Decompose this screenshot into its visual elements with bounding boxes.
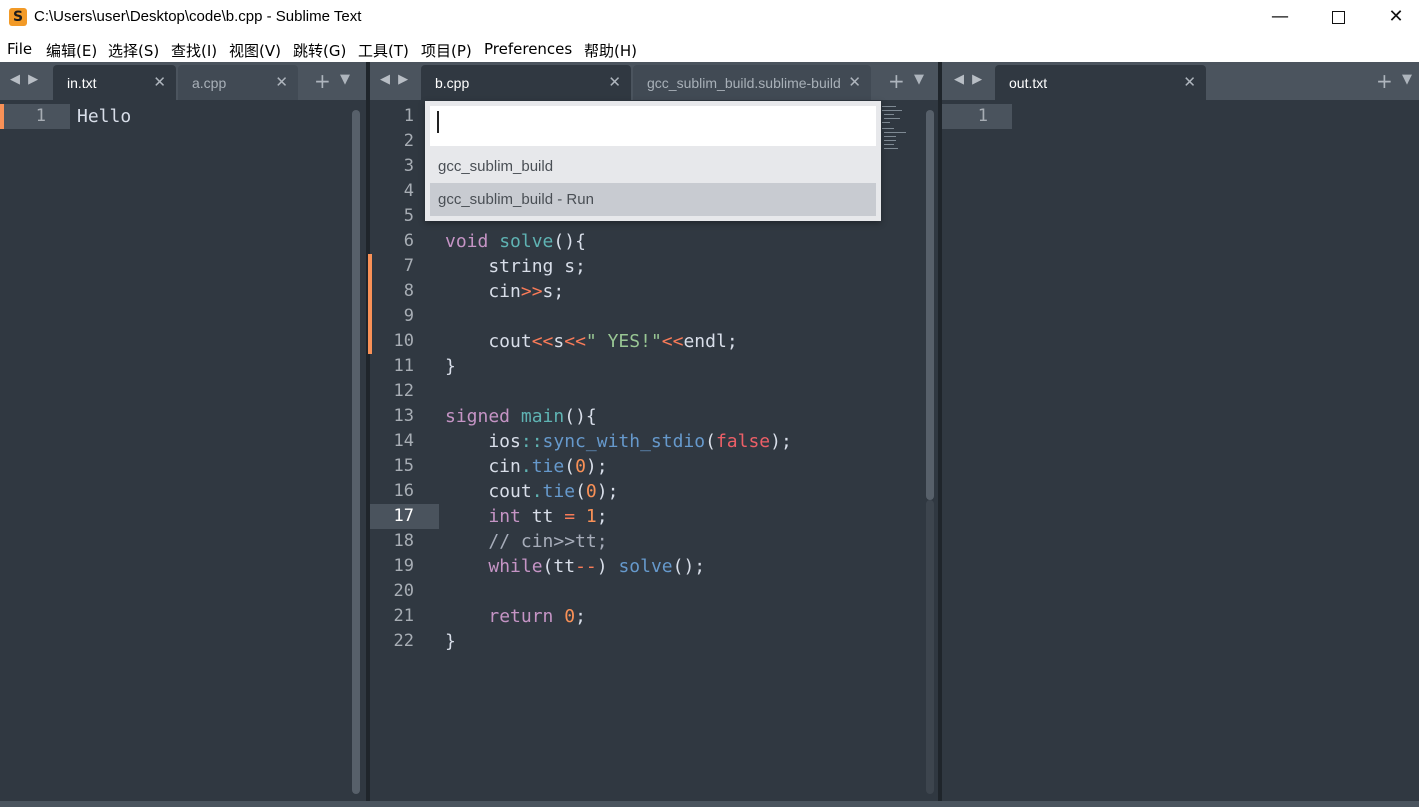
editor-pane-in-txt[interactable]: 1 Hello xyxy=(0,100,366,801)
code-line: return 0; xyxy=(488,606,586,627)
line-number: 13 xyxy=(393,406,414,426)
build-option-label: gcc_sublim_build - Run xyxy=(438,191,594,208)
code-line: void solve(){ xyxy=(445,231,586,252)
code-line: int tt = 1; xyxy=(488,506,608,527)
code-line: } xyxy=(445,631,456,652)
menu-selection[interactable]: 选择(S) xyxy=(108,40,159,61)
code-line: ios::sync_with_stdio(false); xyxy=(445,431,792,452)
menu-help[interactable]: 帮助(H) xyxy=(584,40,637,61)
tab-nav-arrows[interactable]: ◀ ▶ xyxy=(380,72,410,87)
line-number: 20 xyxy=(393,581,414,601)
tab-gcc-sublim-build[interactable]: gcc_sublim_build.sublime-build ✕ xyxy=(633,65,871,100)
scrollbar-track[interactable] xyxy=(926,500,934,794)
title-bar: S C:\Users\user\Desktop\code\b.cpp - Sub… xyxy=(0,0,1419,36)
line-number: 3 xyxy=(403,156,414,176)
tab-menu-icon[interactable]: ▼ xyxy=(914,72,924,87)
tab-nav-arrows[interactable]: ◀ ▶ xyxy=(954,72,984,87)
close-icon[interactable]: ✕ xyxy=(153,73,166,91)
menu-edit[interactable]: 编辑(E) xyxy=(46,40,97,61)
line-number: 1 xyxy=(35,106,46,126)
code-line: cout<<s<<" YES!"<<endl; xyxy=(445,331,738,352)
menu-tools[interactable]: 工具(T) xyxy=(358,40,409,61)
line-number: 18 xyxy=(393,531,414,551)
code-line: } xyxy=(445,356,456,377)
sublime-logo-icon: S xyxy=(9,8,27,26)
tab-bar-group-3: ◀ ▶ out.txt ✕ + ▼ xyxy=(942,62,1419,100)
tab-b-cpp[interactable]: b.cpp ✕ xyxy=(421,65,631,100)
close-icon[interactable]: ✕ xyxy=(1183,73,1196,91)
tab-label: in.txt xyxy=(67,75,97,91)
code-line: string s; xyxy=(445,256,586,277)
tab-bar-group-1: ◀ ▶ in.txt ✕ a.cpp ✕ + ▼ xyxy=(0,62,366,100)
menu-goto[interactable]: 跳转(G) xyxy=(293,40,346,61)
window-title: C:\Users\user\Desktop\code\b.cpp - Subli… xyxy=(34,8,362,25)
menu-file[interactable]: File xyxy=(7,40,32,58)
tab-a-cpp[interactable]: a.cpp ✕ xyxy=(178,65,298,100)
text-caret xyxy=(437,111,439,133)
tab-label: b.cpp xyxy=(435,75,470,91)
close-icon[interactable]: ✕ xyxy=(608,73,621,91)
build-option-gcc-sublim-build-run[interactable]: gcc_sublim_build - Run xyxy=(430,183,876,216)
line-number: 9 xyxy=(403,306,414,326)
line-number: 12 xyxy=(393,381,414,401)
line-number: 4 xyxy=(403,181,414,201)
menu-preferences[interactable]: Preferences xyxy=(484,40,572,58)
code-line: cin.tie(0); xyxy=(445,456,608,477)
line-number: 8 xyxy=(403,281,414,301)
line-number: 10 xyxy=(393,331,414,351)
line-number: 21 xyxy=(393,606,414,626)
menu-project[interactable]: 项目(P) xyxy=(421,40,472,61)
line-number: 11 xyxy=(393,356,414,376)
code-line: // cin>>tt; xyxy=(488,531,608,552)
close-icon[interactable]: ✕ xyxy=(848,73,861,91)
line-number: 7 xyxy=(403,256,414,276)
build-option-gcc-sublim-build[interactable]: gcc_sublim_build xyxy=(430,150,876,183)
line-number: 19 xyxy=(393,556,414,576)
new-tab-icon[interactable]: + xyxy=(1376,69,1393,93)
editor-pane-out-txt[interactable]: 1 xyxy=(942,100,1419,801)
menu-bar: File 编辑(E) 选择(S) 查找(I) 视图(V) 跳转(G) 工具(T)… xyxy=(0,36,1419,62)
tab-in-txt[interactable]: in.txt ✕ xyxy=(53,65,176,100)
minimap[interactable] xyxy=(880,102,908,162)
line-number: 22 xyxy=(393,631,414,651)
code-line: signed main(){ xyxy=(445,406,597,427)
line-number: 6 xyxy=(403,231,414,251)
tab-nav-arrows[interactable]: ◀ ▶ xyxy=(10,72,40,87)
vertical-scrollbar[interactable] xyxy=(352,110,360,794)
line-number: 14 xyxy=(393,431,414,451)
new-tab-icon[interactable]: + xyxy=(888,69,905,93)
menu-find[interactable]: 查找(I) xyxy=(171,40,217,61)
line-number: 1 xyxy=(977,106,988,126)
tab-menu-icon[interactable]: ▼ xyxy=(1402,72,1412,87)
line-number: 16 xyxy=(393,481,414,501)
new-tab-icon[interactable]: + xyxy=(314,69,331,93)
build-filter-input[interactable] xyxy=(430,106,876,146)
tab-label: gcc_sublim_build.sublime-build xyxy=(647,75,841,91)
line-number: 15 xyxy=(393,456,414,476)
build-system-picker: gcc_sublim_build gcc_sublim_build - Run xyxy=(425,101,881,221)
tab-label: out.txt xyxy=(1009,75,1048,91)
line-number: 2 xyxy=(403,131,414,151)
maximize-button[interactable] xyxy=(1309,0,1367,36)
tab-out-txt[interactable]: out.txt ✕ xyxy=(995,65,1206,100)
line-number-current: 17 xyxy=(393,506,414,526)
build-option-label: gcc_sublim_build xyxy=(438,158,554,175)
tab-label: a.cpp xyxy=(192,75,227,91)
tab-menu-icon[interactable]: ▼ xyxy=(340,72,350,87)
vertical-scrollbar[interactable] xyxy=(926,110,934,500)
minimize-button[interactable]: — xyxy=(1251,0,1309,36)
close-icon[interactable]: ✕ xyxy=(275,73,288,91)
code-line: Hello xyxy=(77,106,132,127)
maximize-icon xyxy=(1331,10,1345,24)
menu-view[interactable]: 视图(V) xyxy=(229,40,281,61)
code-line: while(tt--) solve(); xyxy=(488,556,706,577)
tab-bar-group-2: ◀ ▶ b.cpp ✕ gcc_sublim_build.sublime-bui… xyxy=(370,62,938,100)
status-bar xyxy=(0,801,1419,807)
line-number: 5 xyxy=(403,206,414,226)
close-window-button[interactable]: ✕ xyxy=(1367,0,1419,36)
code-line: cout.tie(0); xyxy=(445,481,619,502)
line-number: 1 xyxy=(403,106,414,126)
code-line: cin>>s; xyxy=(445,281,565,302)
